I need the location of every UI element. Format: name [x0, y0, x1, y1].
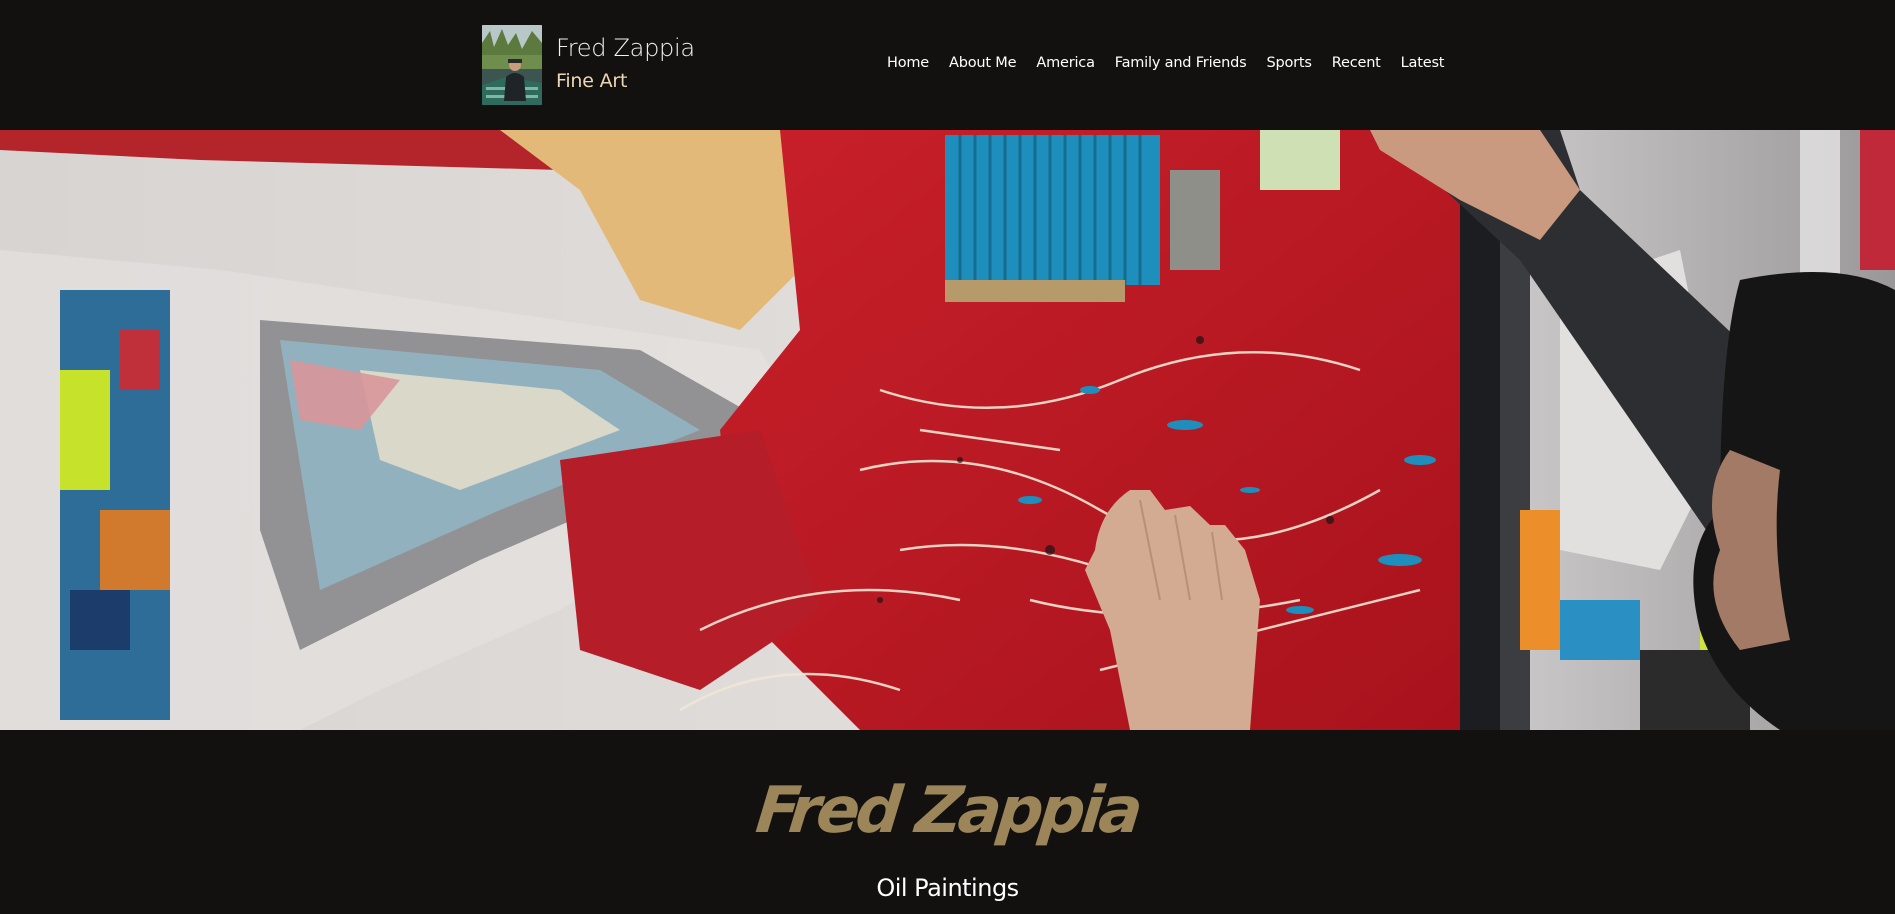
nav-item-about-me[interactable]: About Me — [949, 55, 1017, 71]
nav-item-recent[interactable]: Recent — [1332, 55, 1381, 71]
site-title: Fred Zappia — [752, 774, 1143, 848]
nav-item-america[interactable]: America — [1036, 55, 1095, 71]
artist-portrait-icon — [482, 25, 542, 105]
nav-item-family-and-friends[interactable]: Family and Friends — [1115, 55, 1247, 71]
title-section: Fred Zappia Oil Paintings — [0, 730, 1895, 914]
page: Fred Zappia Fine Art Home About Me Ameri… — [0, 0, 1895, 914]
brand-name[interactable]: Fred Zappia — [556, 34, 695, 62]
site-header: Fred Zappia Fine Art Home About Me Ameri… — [0, 0, 1895, 130]
nav-item-latest[interactable]: Latest — [1401, 55, 1445, 71]
site-subtitle: Oil Paintings — [876, 874, 1019, 902]
artist-painting-image — [0, 130, 1895, 730]
brand-subtitle: Fine Art — [556, 70, 628, 92]
logo-image[interactable] — [482, 25, 542, 105]
nav-item-home[interactable]: Home — [887, 55, 929, 71]
main-nav: Home About Me America Family and Friends… — [887, 55, 1444, 71]
nav-item-sports[interactable]: Sports — [1266, 55, 1311, 71]
hero-banner — [0, 130, 1895, 730]
